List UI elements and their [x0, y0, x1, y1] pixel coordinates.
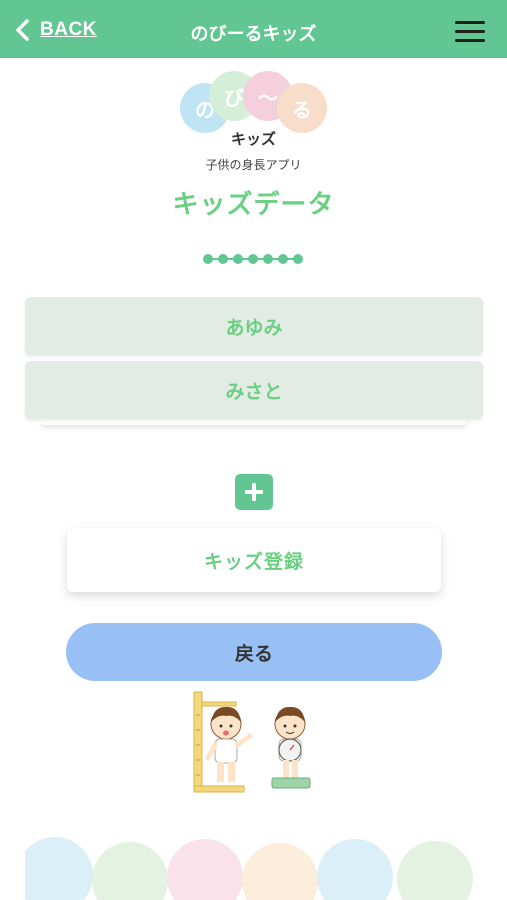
kid-list-item[interactable]: みさと [25, 361, 483, 419]
dotted-divider [203, 253, 303, 265]
back-link-label: BACK [40, 19, 97, 40]
register-kid-button[interactable]: キッズ登録 [67, 528, 441, 592]
app-logo: の び 〜 る [177, 68, 332, 136]
chevron-left-icon [16, 19, 29, 41]
back-link[interactable]: BACK [14, 18, 97, 42]
logo-subtitle: 子供の身長アプリ [205, 158, 302, 172]
app-header: BACK のびーるキッズ [0, 0, 507, 58]
back-button[interactable]: 戻る [66, 623, 442, 681]
hamburger-menu-icon[interactable] [455, 21, 485, 43]
add-kid-button[interactable] [235, 474, 273, 510]
logo-bubble: る [277, 83, 327, 133]
kids-measuring-illustration [193, 691, 311, 793]
kid-list-item[interactable]: あゆみ [25, 297, 483, 355]
decorative-footer [25, 837, 473, 900]
logo-name: キッズ [230, 130, 276, 148]
page-title: キッズデータ [172, 190, 335, 220]
list-bottom-shadow [40, 419, 468, 425]
